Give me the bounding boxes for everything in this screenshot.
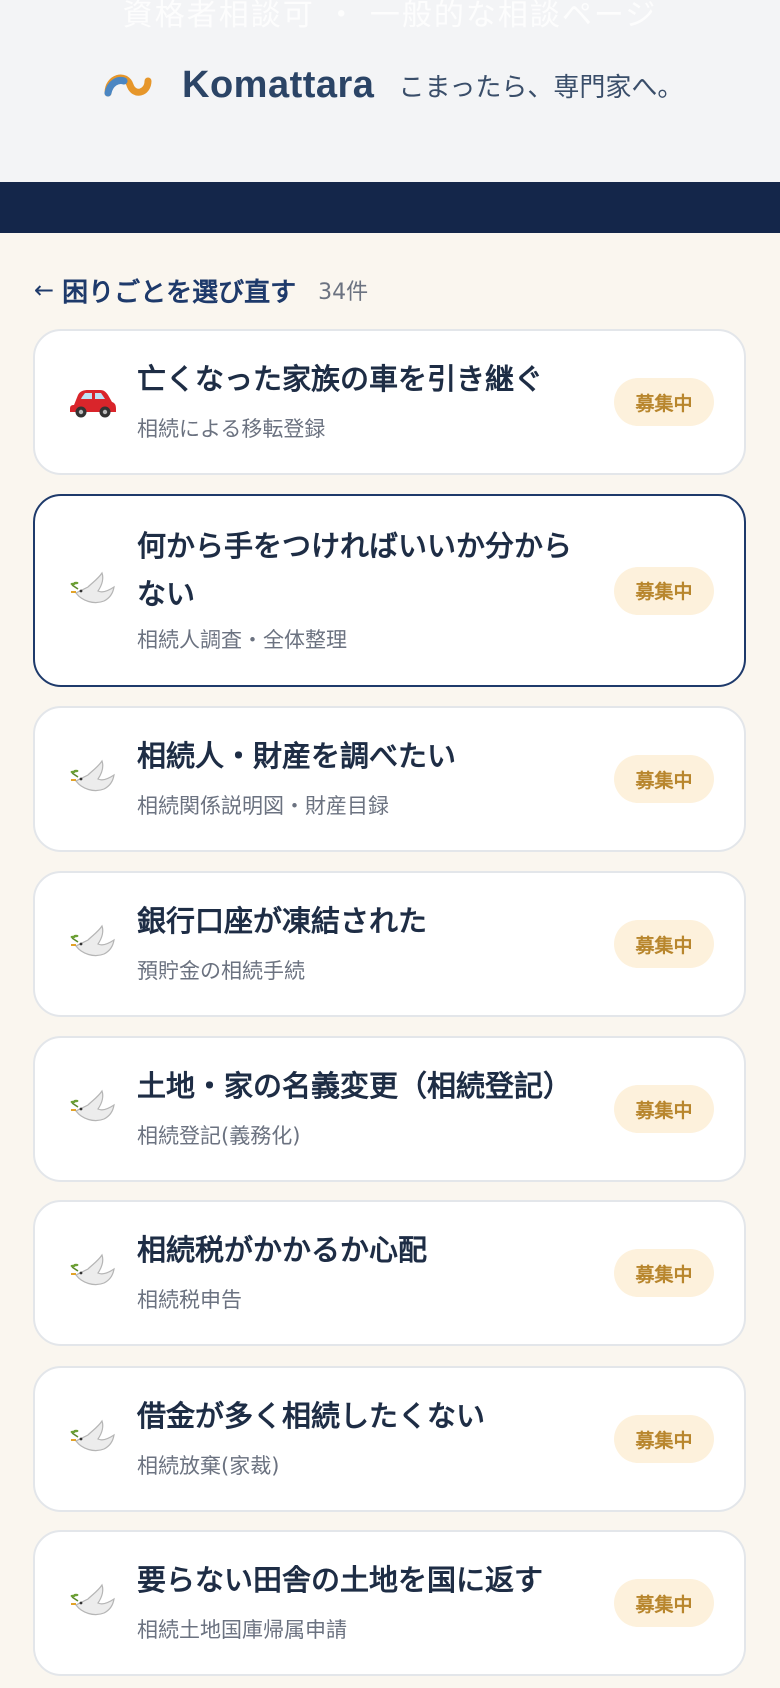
logo-row[interactable]: Komattara こまったら、専門家へ。 <box>104 60 683 110</box>
dove-icon <box>65 1417 121 1461</box>
dove-icon <box>65 1581 121 1625</box>
category-card[interactable]: 亡くなった家族の車を引き継ぐ 相続による移転登録 募集中 <box>33 329 746 475</box>
card-subtitle: 相続による移転登録 <box>137 417 326 441</box>
card-title: 銀行口座が凍結された <box>137 904 428 938</box>
tagline: こまったら、専門家へ。 <box>398 72 684 103</box>
category-card[interactable]: 要らない田舎の土地を国に返す 相続土地国庫帰属申請 募集中 <box>33 1530 746 1676</box>
card-subtitle: 相続土地国庫帰属申請 <box>137 1618 347 1642</box>
card-subtitle: 相続人調査・全体整理 <box>137 628 347 652</box>
status-badge: 募集中 <box>614 920 714 968</box>
category-card[interactable]: 何から手をつければいいか分からない 相続人調査・全体整理 募集中 <box>33 494 746 687</box>
dove-icon <box>65 1251 121 1295</box>
card-subtitle: 相続税申告 <box>137 1288 242 1312</box>
status-badge: 募集中 <box>614 1415 714 1463</box>
navbar <box>0 182 780 233</box>
category-card[interactable]: 相続税がかかるか心配 相続税申告 募集中 <box>33 1200 746 1346</box>
category-card[interactable]: 借金が多く相続したくない 相続放棄(家裁) 募集中 <box>33 1366 746 1512</box>
status-badge: 募集中 <box>614 566 714 615</box>
back-arrow-icon: ← <box>34 276 55 304</box>
status-badge: 募集中 <box>614 755 714 803</box>
back-link-label[interactable]: 困りごとを選び直す <box>62 272 296 309</box>
card-subtitle: 相続登記(義務化) <box>137 1124 301 1148</box>
header-ghost-text: 資格者相談可 ・ 一般的な相談ページ <box>122 0 658 33</box>
card-title: 相続人・財産を調べたい <box>137 739 457 773</box>
brand-name: Komattara <box>182 63 375 106</box>
dove-icon <box>65 757 121 801</box>
logo-icon <box>104 74 152 97</box>
card-title: 何から手をつければいいか分からない <box>137 529 573 611</box>
status-badge: 募集中 <box>614 1249 714 1297</box>
card-title: 土地・家の名義変更（相続登記） <box>137 1069 573 1103</box>
category-card[interactable]: 土地・家の名義変更（相続登記） 相続登記(義務化) 募集中 <box>33 1036 746 1182</box>
back-link[interactable]: ← 困りごとを選び直す 34件 <box>34 270 368 310</box>
dove-icon <box>65 569 121 613</box>
category-card[interactable]: 銀行口座が凍結された 預貯金の相続手続 募集中 <box>33 871 746 1017</box>
card-title: 亡くなった家族の車を引き継ぐ <box>137 362 544 396</box>
header: 資格者相談可 ・ 一般的な相談ページ Komattara こまったら、専門家へ。 <box>0 0 780 182</box>
dove-icon <box>65 1087 121 1131</box>
dove-icon <box>65 922 121 966</box>
card-title: 相続税がかかるか心配 <box>137 1233 428 1267</box>
result-count: 34件 <box>318 280 369 305</box>
card-subtitle: 相続関係説明図・財産目録 <box>137 794 389 818</box>
car-icon <box>65 380 121 424</box>
card-title: 借金が多く相続したくない <box>137 1399 486 1433</box>
card-subtitle: 預貯金の相続手続 <box>137 959 305 983</box>
card-subtitle: 相続放棄(家裁) <box>137 1454 280 1478</box>
status-badge: 募集中 <box>614 1579 714 1627</box>
category-card[interactable]: 相続人・財産を調べたい 相続関係説明図・財産目録 募集中 <box>33 706 746 852</box>
status-badge: 募集中 <box>614 1085 714 1133</box>
card-title: 要らない田舎の土地を国に返す <box>137 1563 544 1597</box>
status-badge: 募集中 <box>614 378 714 426</box>
